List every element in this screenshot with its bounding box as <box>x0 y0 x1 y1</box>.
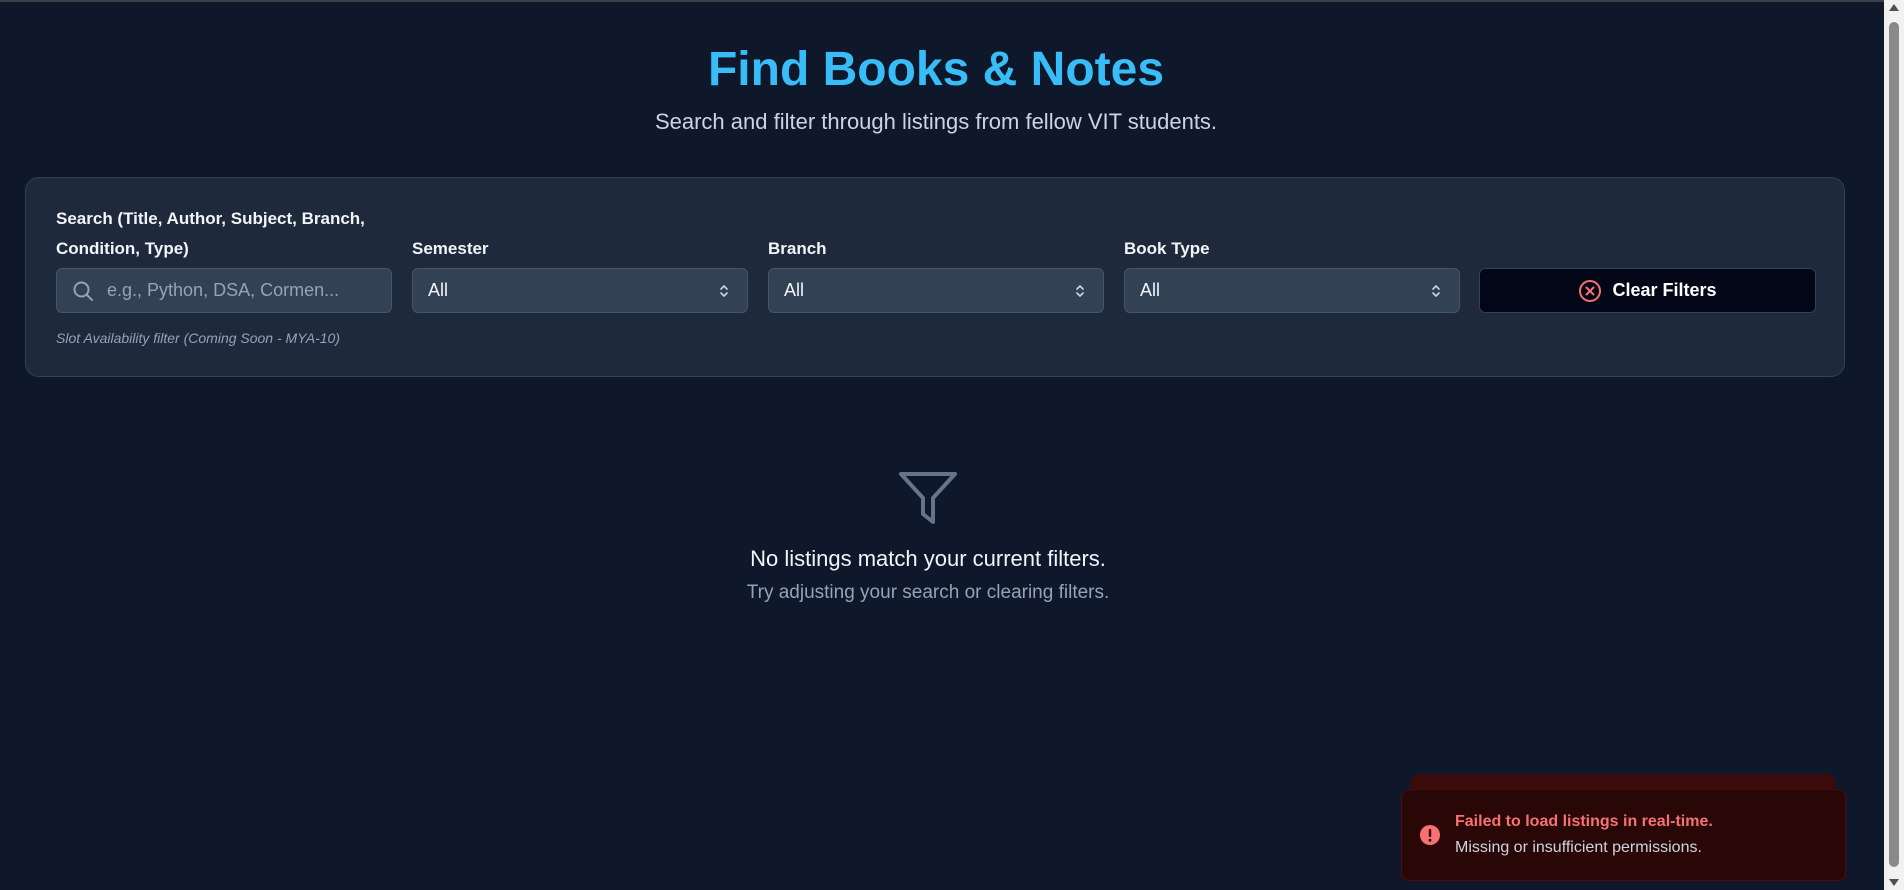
chevron-updown-icon <box>1432 284 1440 297</box>
alert-circle-icon <box>1420 825 1440 845</box>
book-type-field: Book Type All <box>1124 234 1460 314</box>
book-type-value: All <box>1140 280 1161 300</box>
clear-filters-button[interactable]: Clear Filters <box>1479 268 1816 313</box>
branch-field: Branch All <box>768 234 1104 314</box>
search-label-line2: Condition, Type) <box>56 239 189 258</box>
x-circle-icon <box>1579 279 1602 302</box>
scroll-down-arrow-icon[interactable] <box>1889 879 1899 886</box>
chevron-updown-icon <box>1076 284 1084 297</box>
scroll-up-arrow-icon[interactable] <box>1889 4 1899 11</box>
toast-title: Failed to load listings in real-time. <box>1455 813 1713 830</box>
empty-message: No listings match your current filters. <box>750 546 1106 571</box>
search-input[interactable]: e.g., Python, DSA, Cormen... <box>56 268 392 313</box>
page-subtitle: Search and filter through listings from … <box>654 109 1218 134</box>
scrollbar-thumb[interactable] <box>1889 22 1899 867</box>
funnel-icon <box>899 472 957 524</box>
book-type-label: Book Type <box>1124 239 1210 258</box>
search-icon <box>73 281 93 301</box>
semester-label: Semester <box>412 239 489 258</box>
slot-availability-note: Slot Availability filter (Coming Soon - … <box>56 330 340 346</box>
page-header: Find Books & Notes Search and filter thr… <box>0 40 1872 136</box>
toast-detail: Missing or insufficient permissions. <box>1455 839 1702 856</box>
semester-value: All <box>428 280 449 300</box>
vertical-scrollbar[interactable] <box>1884 0 1904 890</box>
branch-select[interactable]: All <box>768 268 1104 313</box>
toast-body: Failed to load listings in real-time. Mi… <box>1455 810 1713 860</box>
semester-field: Semester All <box>412 234 748 314</box>
search-label-line1: Search (Title, Author, Subject, Branch, <box>56 209 365 228</box>
search-field: Search (Title, Author, Subject, Branch, … <box>56 204 392 314</box>
page-title: Find Books & Notes <box>707 43 1165 96</box>
find-books-page: Find Books & Notes Search and filter thr… <box>0 0 1884 890</box>
semester-select[interactable]: All <box>412 268 748 313</box>
empty-state: No listings match your current filters. … <box>0 470 1856 605</box>
branch-label: Branch <box>768 239 827 258</box>
clear-filters-label: Clear Filters <box>1612 280 1717 300</box>
error-toast: Failed to load listings in real-time. Mi… <box>1401 789 1846 881</box>
empty-hint: Try adjusting your search or clearing fi… <box>746 582 1110 603</box>
search-placeholder: e.g., Python, DSA, Cormen... <box>107 280 340 300</box>
branch-value: All <box>784 280 805 300</box>
filter-panel: Search (Title, Author, Subject, Branch, … <box>25 177 1845 377</box>
chevron-updown-icon <box>720 284 728 297</box>
book-type-select[interactable]: All <box>1124 268 1460 313</box>
